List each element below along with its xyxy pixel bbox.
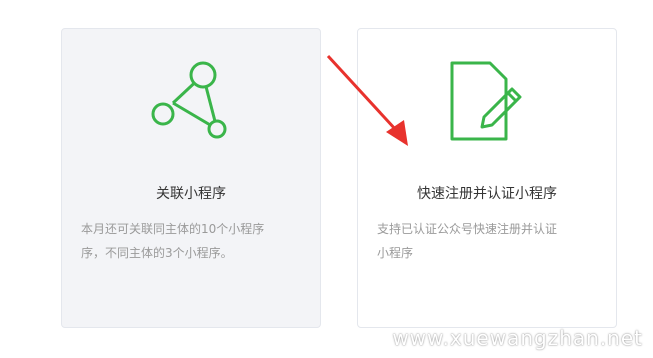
card-description: 本月还可关联同主体的10个小程序 序，不同主体的3个小程序。	[81, 217, 301, 265]
card-description: 支持已认证公众号快速注册并认证 小程序	[377, 217, 597, 265]
card-description-line: 序，不同主体的3个小程序。	[81, 246, 233, 260]
card-title: 关联小程序	[156, 186, 226, 202]
link-mini-program-card[interactable]: 关联小程序 本月还可关联同主体的10个小程序 序，不同主体的3个小程序。	[61, 28, 321, 328]
watermark: www.xuewangzhan.net	[392, 326, 643, 350]
card-title: 快速注册并认证小程序	[417, 186, 557, 202]
card-description-line: 支持已认证公众号快速注册并认证	[377, 222, 558, 236]
document-edit-icon	[450, 61, 522, 141]
card-description-line: 小程序	[377, 246, 414, 260]
annotation-arrow	[326, 54, 408, 146]
card-description-line: 本月还可关联同主体的10个小程序	[81, 222, 265, 236]
network-link-icon	[151, 61, 227, 139]
